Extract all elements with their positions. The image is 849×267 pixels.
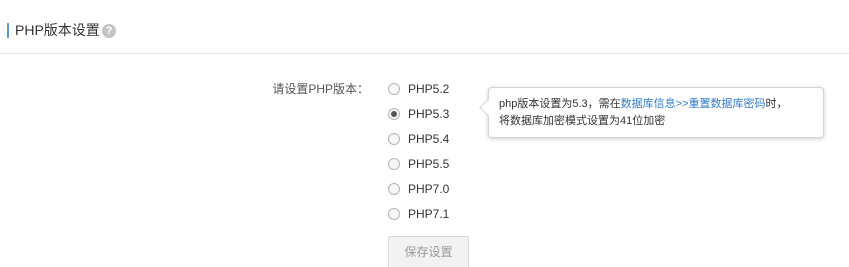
radio-button[interactable] (388, 183, 400, 195)
radio-option-php52[interactable]: PHP5.2 (388, 82, 468, 98)
tooltip-line-2: 将数据库加密模式设置为41位加密 (499, 115, 666, 127)
radio-option-label: PHP5.2 (408, 82, 450, 96)
radio-option-php54[interactable]: PHP5.4 (388, 132, 468, 148)
tooltip-arrow (479, 98, 498, 117)
radio-option-label: PHP7.1 (408, 207, 450, 221)
radio-option-label: PHP5.3 (408, 107, 450, 121)
radio-option-php53[interactable]: PHP5.3 (388, 107, 468, 123)
radio-option-label: PHP5.4 (408, 132, 450, 146)
radio-button[interactable] (388, 133, 400, 145)
radio-option-label: PHP7.0 (408, 182, 450, 196)
tooltip-text-prefix: php版本设置为5.3，需在 (499, 98, 621, 110)
radio-option-php55[interactable]: PHP5.5 (388, 157, 468, 173)
radio-button[interactable] (388, 208, 400, 220)
radio-option-php70[interactable]: PHP7.0 (388, 182, 468, 198)
radio-button[interactable] (388, 108, 400, 120)
radio-button[interactable] (388, 83, 400, 95)
radio-option-php71[interactable]: PHP7.1 (388, 207, 468, 223)
reset-db-password-link[interactable]: 数据库信息>>重置数据库密码 (621, 98, 766, 110)
tooltip-line-1: php版本设置为5.3，需在数据库信息>>重置数据库密码时， (499, 96, 813, 113)
question-circle-icon[interactable]: ? (102, 24, 116, 38)
php-version-label: 请设置PHP版本： (272, 82, 369, 96)
tooltip-text-suffix: 时， (765, 98, 788, 110)
radio-button[interactable] (388, 158, 400, 170)
save-settings-button[interactable]: 保存设置 (388, 236, 469, 267)
section-header: PHP版本设置 ? (0, 0, 849, 54)
page-title: PHP版本设置 (15, 22, 100, 38)
section-accent-bar (7, 23, 9, 38)
version-tooltip: php版本设置为5.3，需在数据库信息>>重置数据库密码时， 将数据库加密模式设… (479, 87, 824, 138)
radio-option-label: PHP5.5 (408, 157, 450, 171)
